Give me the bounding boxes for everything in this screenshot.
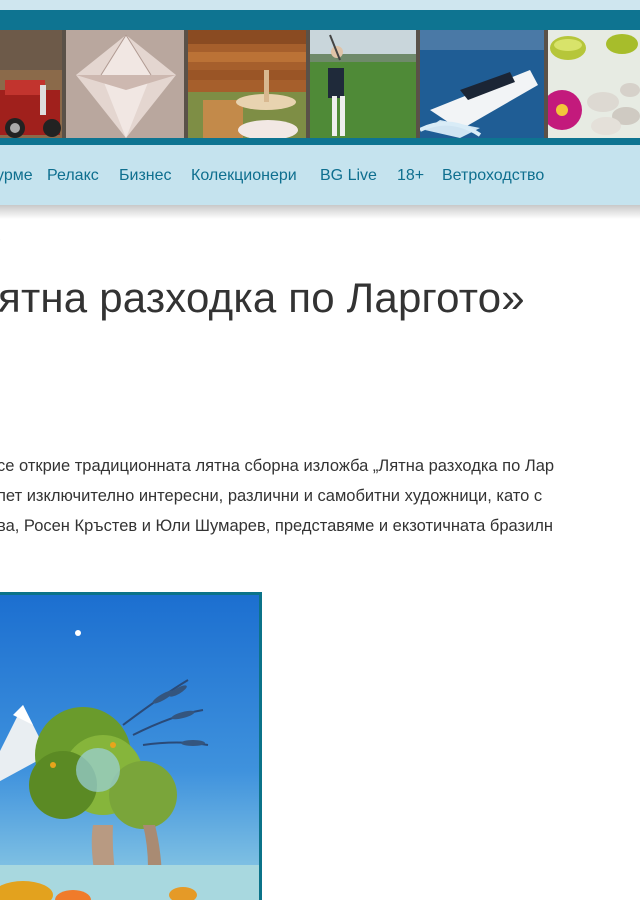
banner-image-spa-stones	[548, 30, 640, 140]
nav-item-relax[interactable]: Релакс	[47, 167, 99, 185]
banner-image-vintage-car	[0, 30, 62, 140]
article-text-line-1: се открие традиционната лятна сборна изл…	[0, 457, 555, 475]
header-banner	[0, 30, 640, 140]
article-text-line-2: пет изключително интересни, различни и с…	[0, 487, 543, 505]
nav-item-sailing[interactable]: Ветроходство	[442, 167, 544, 185]
banner-image-spa	[188, 30, 306, 140]
top-bar	[0, 10, 640, 30]
page: урме Релакс Бизнес Колекционери BG Live …	[0, 0, 640, 900]
nav-item-18plus[interactable]: 18+	[397, 167, 424, 185]
article-painting[interactable]	[0, 592, 262, 900]
banner-image-speedboat	[420, 30, 544, 140]
nav-item-collectors[interactable]: Колекционери	[191, 167, 297, 185]
banner-bottom-bar	[0, 138, 640, 145]
nav-item-urme[interactable]: урме	[0, 167, 33, 185]
top-strip	[0, 0, 640, 10]
nav-item-business[interactable]: Бизнес	[119, 167, 172, 185]
breadcrumb[interactable]: ›	[0, 230, 1, 246]
nav-shadow	[0, 205, 640, 219]
nav-item-bg-live[interactable]: BG Live	[320, 167, 377, 185]
article-text-line-3: ва, Росен Кръстев и Юли Шумарев, предста…	[0, 517, 554, 535]
article-title: ятна разходка по Ларгото»	[0, 274, 525, 321]
banner-image-golfer	[310, 30, 416, 140]
banner-image-diamond	[66, 30, 184, 140]
